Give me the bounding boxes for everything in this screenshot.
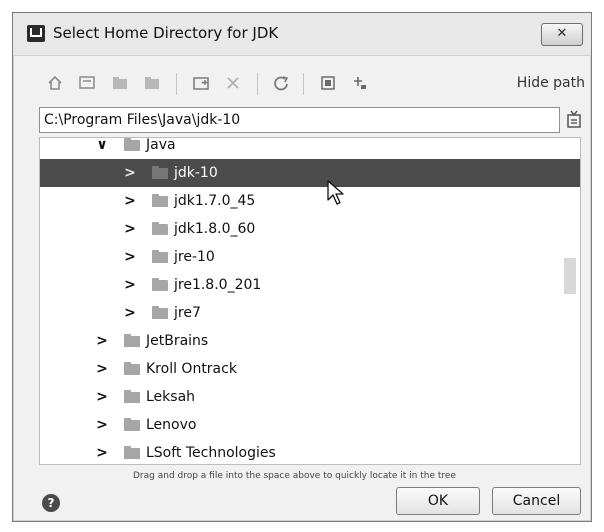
folder-icon xyxy=(124,138,140,151)
chevron-right-icon[interactable]: > xyxy=(124,159,136,187)
chevron-right-icon[interactable]: > xyxy=(96,355,108,383)
ok-button[interactable]: OK xyxy=(396,487,480,515)
refresh-icon[interactable] xyxy=(269,71,293,95)
file-tree[interactable]: ∨ Java > jdk-10 > jdk1.7.0_45 > jdk1.8.0… xyxy=(39,137,581,465)
tree-item-label: jdk-10 xyxy=(174,165,218,181)
folder-icon xyxy=(152,194,168,207)
folder-icon xyxy=(152,250,168,263)
tree-item-jdk-10[interactable]: > jdk-10 xyxy=(40,159,580,187)
mouse-cursor-icon xyxy=(327,180,344,205)
tree-item-jre-10[interactable]: > jre-10 xyxy=(40,243,580,271)
show-hidden-icon[interactable] xyxy=(316,71,340,95)
chevron-right-icon[interactable]: > xyxy=(124,299,136,327)
path-history-icon[interactable] xyxy=(565,109,583,131)
tree-item-label: jdk1.7.0_45 xyxy=(174,193,256,209)
chevron-down-icon[interactable]: ∨ xyxy=(96,138,108,159)
folder-icon xyxy=(152,222,168,235)
tree-item-jre1-8-0-201[interactable]: > jre1.8.0_201 xyxy=(40,271,580,299)
cancel-button[interactable]: Cancel xyxy=(492,487,581,515)
folder-icon xyxy=(124,362,140,375)
folder-icon xyxy=(152,306,168,319)
hide-path-link[interactable]: Hide path xyxy=(517,75,585,91)
chevron-right-icon[interactable]: > xyxy=(124,187,136,215)
select-file-icon[interactable] xyxy=(348,71,372,95)
folder-icon xyxy=(124,446,140,459)
tree-item-java[interactable]: ∨ Java xyxy=(40,137,580,159)
chevron-right-icon[interactable]: > xyxy=(124,243,136,271)
folder-icon xyxy=(124,418,140,431)
tree-item-label: Java xyxy=(146,137,176,153)
tree-item-leksah[interactable]: > Leksah xyxy=(40,383,580,411)
toolbar: Hide path xyxy=(13,69,591,101)
tree-item-label: LSoft Technologies xyxy=(146,445,276,461)
desktop-icon[interactable] xyxy=(75,71,99,95)
tree-item-label: Lenovo xyxy=(146,417,197,433)
tree-item-jetbrains[interactable]: > JetBrains xyxy=(40,327,580,355)
project-icon[interactable] xyxy=(108,71,132,95)
tree-item-kroll-ontrack[interactable]: > Kroll Ontrack xyxy=(40,355,580,383)
chevron-right-icon[interactable]: > xyxy=(96,439,108,464)
tree-item-label: jre1.8.0_201 xyxy=(174,277,262,293)
select-jdk-dialog: Select Home Directory for JDK ✕ Hide pat… xyxy=(12,12,592,522)
folder-icon xyxy=(124,390,140,403)
tree-item-jdk1-7-0-45[interactable]: > jdk1.7.0_45 xyxy=(40,187,580,215)
path-input[interactable]: C:\Program Files\Java\jdk-10 xyxy=(39,107,560,133)
tree-item-jre7[interactable]: > jre7 xyxy=(40,299,580,327)
tree-item-label: jre-10 xyxy=(174,249,215,265)
dialog-title: Select Home Directory for JDK xyxy=(53,24,279,42)
tree-item-label: Kroll Ontrack xyxy=(146,361,237,377)
tree-item-label: jre7 xyxy=(174,305,201,321)
tree-item-lenovo[interactable]: > Lenovo xyxy=(40,411,580,439)
home-icon[interactable] xyxy=(43,71,67,95)
toolbar-separator xyxy=(303,73,304,95)
close-button[interactable]: ✕ xyxy=(541,23,583,46)
tree-scrollbar-thumb[interactable] xyxy=(564,258,576,294)
chevron-right-icon[interactable]: > xyxy=(124,271,136,299)
drag-drop-hint: Drag and drop a file into the space abov… xyxy=(133,471,456,481)
title-bar: Select Home Directory for JDK ✕ xyxy=(13,13,591,56)
help-icon[interactable]: ? xyxy=(42,494,60,512)
delete-icon[interactable] xyxy=(221,71,245,95)
chevron-right-icon[interactable]: > xyxy=(96,411,108,439)
chevron-right-icon[interactable]: > xyxy=(124,215,136,243)
tree-item-jdk1-8-0-60[interactable]: > jdk1.8.0_60 xyxy=(40,215,580,243)
toolbar-separator xyxy=(257,73,258,95)
new-folder-icon[interactable] xyxy=(189,71,213,95)
tree-item-label: JetBrains xyxy=(146,333,209,349)
folder-icon xyxy=(152,278,168,291)
tree-item-label: Leksah xyxy=(146,389,196,405)
module-icon[interactable] xyxy=(140,71,164,95)
app-icon xyxy=(27,25,45,42)
folder-icon xyxy=(152,166,168,179)
toolbar-separator xyxy=(176,73,177,95)
chevron-right-icon[interactable]: > xyxy=(96,383,108,411)
chevron-right-icon[interactable]: > xyxy=(96,327,108,355)
tree-item-label: jdk1.8.0_60 xyxy=(174,221,256,237)
tree-item-lsoft-technologies[interactable]: > LSoft Technologies xyxy=(40,439,580,464)
folder-icon xyxy=(124,334,140,347)
